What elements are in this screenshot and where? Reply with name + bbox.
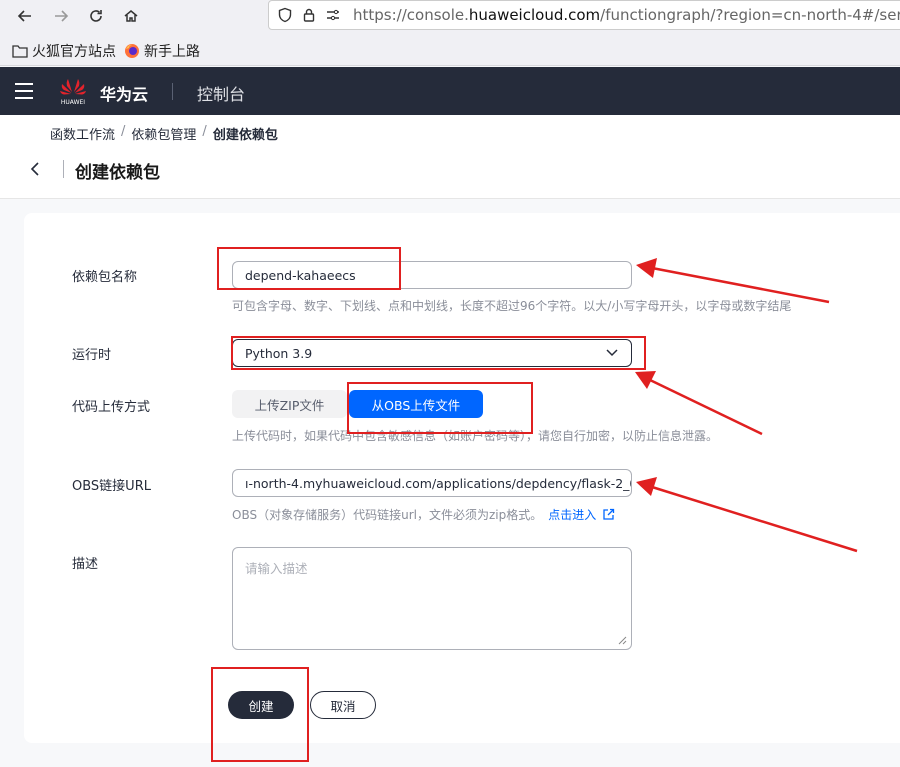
title-divider — [63, 160, 64, 178]
url-prefix: https://console. — [353, 6, 469, 24]
bookmark-label: 火狐官方站点 — [32, 44, 116, 60]
browser-toolbar: https://console.huaweicloud.com/function… — [0, 0, 900, 34]
annotation-box-upload — [347, 382, 533, 434]
breadcrumb-functiongraph[interactable]: 函数工作流 — [50, 124, 115, 143]
name-hint: 可包含字母、数字、下划线、点和中划线，长度不超过96个字符。以大/小写字母开头，… — [232, 299, 792, 313]
runtime-label: 运行时 — [72, 348, 112, 363]
lock-icon[interactable] — [301, 7, 317, 23]
forward-arrow-icon[interactable] — [48, 4, 74, 28]
resize-handle-icon[interactable] — [617, 635, 627, 645]
breadcrumb: 函数工作流 / 依赖包管理 / 创建依赖包 — [50, 124, 278, 143]
home-icon[interactable] — [118, 4, 144, 28]
obs-url-hint-row: OBS（对象存储服务）代码链接url，文件必须为zip格式。 点击进入 — [232, 506, 615, 523]
console-link[interactable]: 控制台 — [197, 81, 245, 105]
breadcrumb-separator: / — [202, 124, 207, 139]
obs-url-label: OBS链接URL — [72, 479, 151, 494]
permissions-icon[interactable] — [325, 7, 341, 23]
shield-icon[interactable] — [277, 7, 293, 23]
hamburger-menu-icon[interactable] — [15, 83, 33, 99]
console-header: HUAWEI 华为云 控制台 — [0, 67, 900, 115]
cancel-button[interactable]: 取消 — [310, 691, 376, 719]
firefox-icon — [125, 44, 139, 58]
bookmark-getting-started[interactable]: 新手上路 — [124, 41, 200, 61]
upload-zip-option[interactable]: 上传ZIP文件 — [232, 390, 347, 418]
upload-method-label: 代码上传方式 — [72, 400, 151, 415]
huawei-logo[interactable]: HUAWEI — [56, 76, 90, 106]
annotation-box-runtime — [231, 336, 646, 370]
reload-icon[interactable] — [83, 4, 109, 28]
obs-url-input[interactable]: ı-north-4.myhuaweicloud.com/applications… — [232, 469, 632, 497]
back-chevron-icon[interactable] — [28, 160, 44, 178]
bookmark-firefox-official[interactable]: 火狐官方站点 — [12, 41, 116, 61]
breadcrumb-dependency-management[interactable]: 依赖包管理 — [131, 124, 196, 143]
description-textarea[interactable]: 请输入描述 — [232, 547, 632, 650]
bookmark-label: 新手上路 — [144, 44, 200, 60]
annotation-box-create — [211, 667, 309, 762]
url-suffix: /functiongraph/?region=cn-north-4#/serve… — [600, 6, 900, 24]
page-title: 创建依赖包 — [75, 163, 160, 183]
breadcrumb-separator: / — [121, 124, 126, 139]
bookmarks-bar: 火狐官方站点 新手上路 — [0, 34, 900, 66]
url-host: huaweicloud.com — [468, 6, 601, 24]
annotation-box-name — [217, 247, 401, 290]
external-link-icon[interactable] — [602, 508, 615, 521]
header-divider — [172, 83, 173, 100]
name-label: 依赖包名称 — [72, 270, 138, 285]
brand-name[interactable]: 华为云 — [100, 81, 148, 105]
url-bar[interactable]: https://console.huaweicloud.com/function… — [268, 0, 900, 30]
logo-text: HUAWEI — [61, 99, 85, 106]
folder-icon — [12, 45, 28, 58]
breadcrumb-current: 创建依赖包 — [212, 128, 278, 143]
obs-link[interactable]: 点击进入 — [548, 506, 596, 523]
obs-url-hint: OBS（对象存储服务）代码链接url，文件必须为zip格式。 — [232, 508, 543, 522]
url-text: https://console.huaweicloud.com/function… — [353, 6, 900, 24]
description-label: 描述 — [72, 557, 99, 572]
page-header: 函数工作流 / 依赖包管理 / 创建依赖包 创建依赖包 — [0, 115, 900, 199]
back-arrow-icon[interactable] — [12, 4, 38, 28]
